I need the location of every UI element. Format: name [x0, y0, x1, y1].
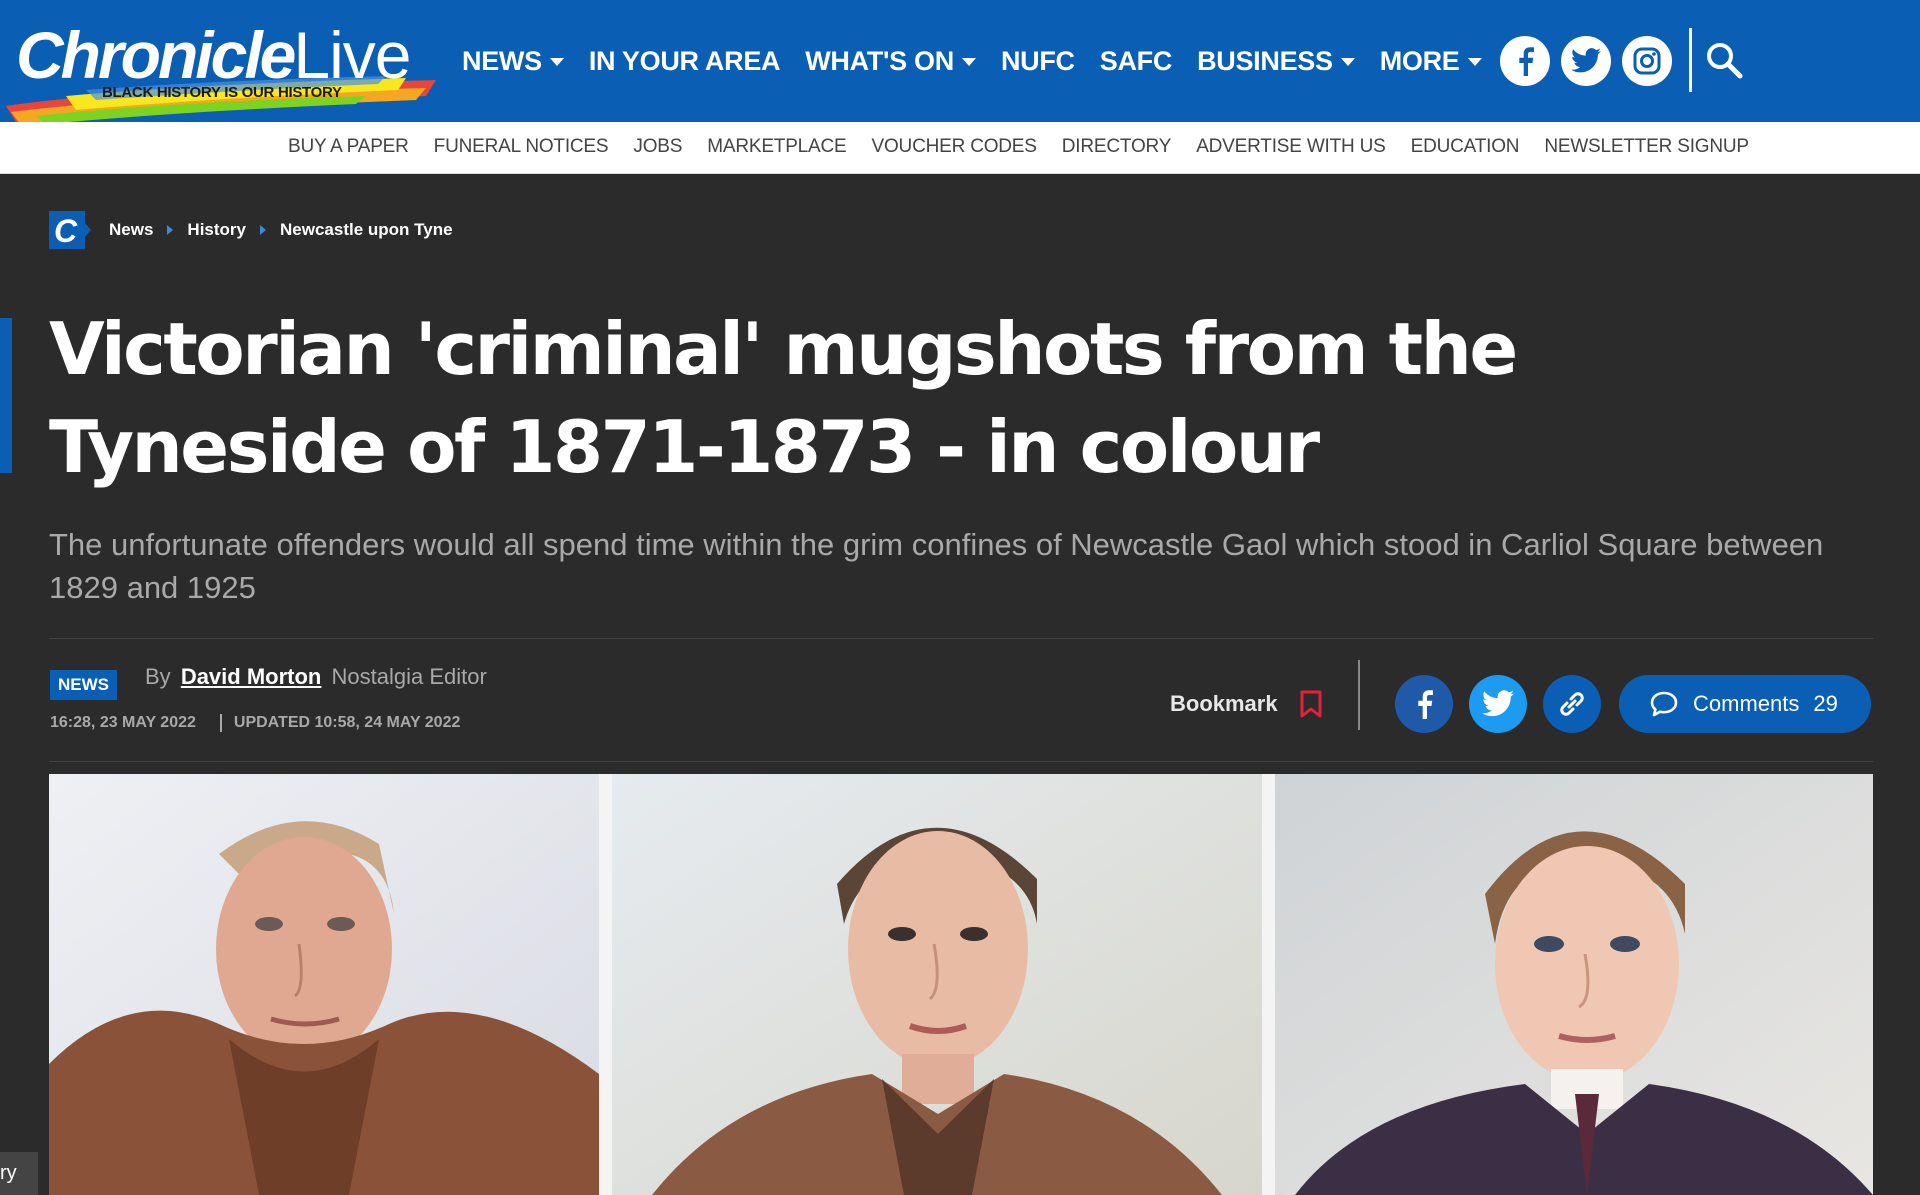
header-divider — [1689, 28, 1692, 92]
article-dates: 16:28, 23 MAY 2022 UPDATED 10:58, 24 MAY… — [50, 714, 460, 732]
facebook-icon[interactable] — [1500, 36, 1550, 86]
section-badge[interactable]: NEWS — [50, 670, 117, 700]
breadcrumb-news[interactable]: News — [109, 220, 153, 240]
comments-count: 29 — [1813, 691, 1838, 716]
instagram-icon[interactable] — [1622, 36, 1672, 86]
twitter-icon[interactable] — [1561, 36, 1611, 86]
chronicle-c-logo-icon[interactable]: C — [49, 211, 91, 249]
nav-business[interactable]: BUSINESS — [1197, 46, 1355, 77]
portrait-young-boy — [1275, 774, 1873, 1195]
chevron-down-icon — [1467, 57, 1482, 66]
main-navigation: NEWS IN YOUR AREA WHAT'S ON NUFC SAFC BU… — [462, 46, 1507, 77]
nav-nufc[interactable]: NUFC — [1001, 46, 1075, 77]
subnav-directory[interactable]: DIRECTORY — [1062, 136, 1172, 158]
nav-news[interactable]: NEWS — [462, 46, 564, 77]
logo-tagline: BLACK HISTORY IS OUR HISTORY — [102, 84, 342, 101]
subnav-voucher-codes[interactable]: VOUCHER CODES — [872, 136, 1037, 158]
nav-whats-on[interactable]: WHAT'S ON — [805, 46, 976, 77]
chevron-right-icon — [260, 225, 266, 235]
logo-wordmark: ChronicleLive — [16, 18, 411, 92]
published-time: 16:28, 23 MAY 2022 — [50, 714, 196, 731]
svg-text:C: C — [54, 213, 78, 249]
nav-in-your-area[interactable]: IN YOUR AREA — [589, 46, 781, 77]
speech-bubble-icon — [1650, 691, 1678, 717]
portrait-older-woman — [49, 774, 599, 1195]
byline: By David Morton Nostalgia Editor — [145, 664, 487, 690]
subnav-marketplace[interactable]: MARKETPLACE — [707, 136, 846, 158]
headline-accent-bar — [0, 318, 12, 473]
search-icon[interactable] — [1704, 40, 1744, 80]
side-tab[interactable]: ry — [0, 1152, 38, 1195]
chevron-down-icon — [549, 57, 564, 66]
date-separator — [219, 714, 222, 732]
hero-image[interactable] — [49, 774, 1873, 1195]
byline-prefix: By — [145, 664, 171, 689]
author-link[interactable]: David Morton — [181, 664, 322, 689]
article-standfirst: The unfortunate offenders would all spen… — [49, 527, 1824, 605]
nav-safc[interactable]: SAFC — [1100, 46, 1173, 77]
secondary-navigation: BUY A PAPER FUNERAL NOTICES JOBS MARKETP… — [0, 122, 1920, 174]
copy-link-icon[interactable] — [1543, 675, 1601, 733]
bookmark-button[interactable]: Bookmark — [1170, 690, 1322, 718]
chronicle-live-logo[interactable]: ChronicleLive BLACK HISTORY IS OUR HISTO… — [6, 14, 436, 124]
subnav-education[interactable]: EDUCATION — [1411, 136, 1520, 158]
breadcrumb-newcastle-upon-tyne[interactable]: Newcastle upon Tyne — [280, 220, 453, 240]
subnav-newsletter-signup[interactable]: NEWSLETTER SIGNUP — [1544, 136, 1749, 158]
facebook-share-icon[interactable] — [1395, 675, 1453, 733]
subnav-advertise-with-us[interactable]: ADVERTISE WITH US — [1196, 136, 1386, 158]
bookmark-icon — [1300, 690, 1322, 718]
subnav-funeral-notices[interactable]: FUNERAL NOTICES — [434, 136, 609, 158]
subnav-buy-a-paper[interactable]: BUY A PAPER — [288, 136, 409, 158]
social-links — [1500, 36, 1672, 86]
chevron-down-icon — [1340, 57, 1355, 66]
chevron-right-icon — [167, 225, 174, 235]
portrait-young-woman — [612, 774, 1262, 1195]
subnav-jobs[interactable]: JOBS — [633, 136, 682, 158]
nav-more[interactable]: MORE — [1380, 46, 1482, 77]
comments-label: Comments — [1693, 691, 1800, 716]
divider — [49, 761, 1873, 762]
bookmark-label: Bookmark — [1170, 691, 1278, 716]
breadcrumb-history[interactable]: History — [187, 220, 246, 240]
author-role: Nostalgia Editor — [331, 664, 487, 689]
divider — [49, 638, 1873, 639]
updated-time: UPDATED 10:58, 24 MAY 2022 — [233, 714, 461, 731]
share-buttons — [1395, 675, 1601, 733]
twitter-share-icon[interactable] — [1469, 675, 1527, 733]
article-headline: Victorian 'criminal' mugshots from the T… — [49, 307, 1518, 489]
chevron-down-icon — [961, 57, 976, 66]
site-header: ChronicleLive BLACK HISTORY IS OUR HISTO… — [0, 0, 1920, 124]
action-divider — [1358, 660, 1360, 730]
comments-button[interactable]: Comments 29 — [1619, 675, 1871, 733]
breadcrumb: C News History Newcastle upon Tyne — [49, 211, 453, 249]
